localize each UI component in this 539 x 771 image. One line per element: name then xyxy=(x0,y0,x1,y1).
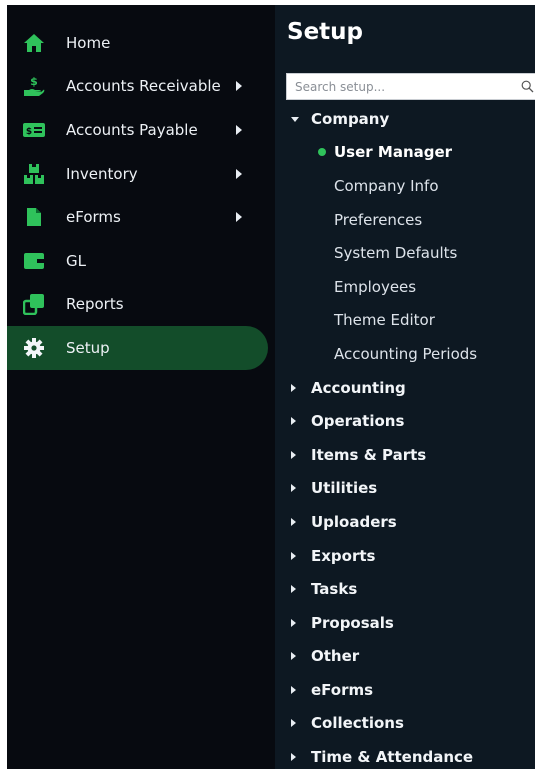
category-label: Operations xyxy=(311,412,405,431)
caret-right-icon[interactable] xyxy=(291,383,296,392)
search-box xyxy=(286,73,535,100)
tree-item-employees[interactable]: Employees xyxy=(275,270,535,304)
item-label: Company Info xyxy=(334,176,439,195)
tree-category-time-attendance[interactable]: Time & Attendance xyxy=(275,740,535,769)
sidebar-item-label: Inventory xyxy=(66,164,138,183)
caret-right-icon[interactable] xyxy=(291,551,296,560)
sidebar-item-label: Accounts Receivable xyxy=(66,77,221,96)
item-label: Employees xyxy=(334,277,417,296)
category-label: Uploaders xyxy=(311,512,397,531)
caret-right-icon[interactable] xyxy=(291,417,296,426)
tree-category-eforms[interactable]: eForms xyxy=(275,673,535,707)
category-label: Other xyxy=(311,647,360,666)
sidebar-item-label: Reports xyxy=(66,295,124,314)
category-label: Exports xyxy=(311,546,376,565)
tree-category-operations[interactable]: Operations xyxy=(275,404,535,438)
tree-category-exports[interactable]: Exports xyxy=(275,539,535,573)
tree-item-preferences[interactable]: Preferences xyxy=(275,203,535,237)
tree-category-accounting[interactable]: Accounting xyxy=(275,371,535,405)
category-label: Time & Attendance xyxy=(311,748,474,767)
category-label: Tasks xyxy=(311,580,358,599)
svg-text:$: $ xyxy=(26,127,32,137)
item-label: Accounting Periods xyxy=(334,344,478,363)
sidebar-item-label: Home xyxy=(66,33,111,52)
chevron-right-icon[interactable] xyxy=(236,212,242,223)
file-icon xyxy=(23,206,45,228)
category-label: Accounting xyxy=(311,378,406,397)
tree-category-other[interactable]: Other xyxy=(275,640,535,674)
sidebar-item-accounts-payable[interactable]: $ Accounts Payable xyxy=(7,108,275,152)
item-label: System Defaults xyxy=(334,244,458,263)
sidebar-item-label: Setup xyxy=(66,338,110,357)
sidebar-item-accounts-receivable[interactable]: $ Accounts Receivable xyxy=(7,65,275,109)
setup-panel: Setup Company User Manager Company Info … xyxy=(275,5,535,769)
caret-right-icon[interactable] xyxy=(291,685,296,694)
caret-right-icon[interactable] xyxy=(291,450,296,459)
sidebar-item-setup[interactable]: Setup xyxy=(7,326,268,370)
boxes-icon xyxy=(23,163,45,185)
sidebar-item-label: eForms xyxy=(66,208,121,227)
caret-right-icon[interactable] xyxy=(291,484,296,493)
category-label: Collections xyxy=(311,714,404,733)
caret-right-icon[interactable] xyxy=(291,753,296,762)
tree-category-proposals[interactable]: Proposals xyxy=(275,606,535,640)
tree-category-tasks[interactable]: Tasks xyxy=(275,572,535,606)
tree-item-accounting-periods[interactable]: Accounting Periods xyxy=(275,337,535,371)
sidebar: Home $ Accounts Receivable $ Accounts Pa… xyxy=(7,5,275,769)
tree-category-utilities[interactable]: Utilities xyxy=(275,472,535,506)
item-label: Theme Editor xyxy=(334,311,435,330)
search-icon[interactable] xyxy=(516,74,535,99)
sidebar-item-home[interactable]: Home xyxy=(7,21,275,65)
money-bill-icon: $ xyxy=(23,119,45,141)
category-label: eForms xyxy=(311,680,374,699)
category-label: Company xyxy=(311,109,390,128)
setup-tree: Company User Manager Company Info Prefer… xyxy=(275,102,535,769)
active-dot-icon xyxy=(318,148,326,157)
sidebar-item-label: Accounts Payable xyxy=(66,120,198,139)
chevron-right-icon[interactable] xyxy=(236,81,242,92)
category-label: Utilities xyxy=(311,479,378,498)
svg-text:$: $ xyxy=(30,75,38,88)
category-label: Items & Parts xyxy=(311,445,427,464)
chevron-right-icon[interactable] xyxy=(236,124,242,135)
reports-icon xyxy=(23,293,45,316)
caret-down-icon[interactable] xyxy=(291,116,299,122)
caret-right-icon[interactable] xyxy=(291,652,296,661)
tree-item-theme-editor[interactable]: Theme Editor xyxy=(275,304,535,338)
page-title: Setup xyxy=(287,19,363,45)
search-input[interactable] xyxy=(287,74,516,99)
app-frame: Home $ Accounts Receivable $ Accounts Pa… xyxy=(7,5,535,769)
caret-right-icon[interactable] xyxy=(291,585,296,594)
gear-icon xyxy=(23,337,45,359)
item-label: User Manager xyxy=(334,143,453,162)
caret-right-icon[interactable] xyxy=(291,517,296,526)
tree-item-company-info[interactable]: Company Info xyxy=(275,169,535,203)
sidebar-item-label: GL xyxy=(66,251,86,270)
category-label: Proposals xyxy=(311,613,394,632)
caret-right-icon[interactable] xyxy=(291,719,296,728)
tree-category-company[interactable]: Company xyxy=(275,102,535,136)
sidebar-item-reports[interactable]: Reports xyxy=(7,283,275,327)
item-label: Preferences xyxy=(334,210,423,229)
chevron-right-icon[interactable] xyxy=(236,168,242,179)
tree-item-system-defaults[interactable]: System Defaults xyxy=(275,236,535,270)
wallet-icon xyxy=(23,250,45,272)
sidebar-item-eforms[interactable]: eForms xyxy=(7,195,275,239)
home-icon xyxy=(23,32,45,54)
tree-item-user-manager[interactable]: User Manager xyxy=(275,136,535,170)
sidebar-item-gl[interactable]: GL xyxy=(7,239,275,283)
tree-category-collections[interactable]: Collections xyxy=(275,707,535,741)
sidebar-item-inventory[interactable]: Inventory xyxy=(7,152,275,196)
hand-dollar-icon: $ xyxy=(23,75,45,97)
caret-right-icon[interactable] xyxy=(291,618,296,627)
tree-category-items-parts[interactable]: Items & Parts xyxy=(275,438,535,472)
tree-category-uploaders[interactable]: Uploaders xyxy=(275,505,535,539)
